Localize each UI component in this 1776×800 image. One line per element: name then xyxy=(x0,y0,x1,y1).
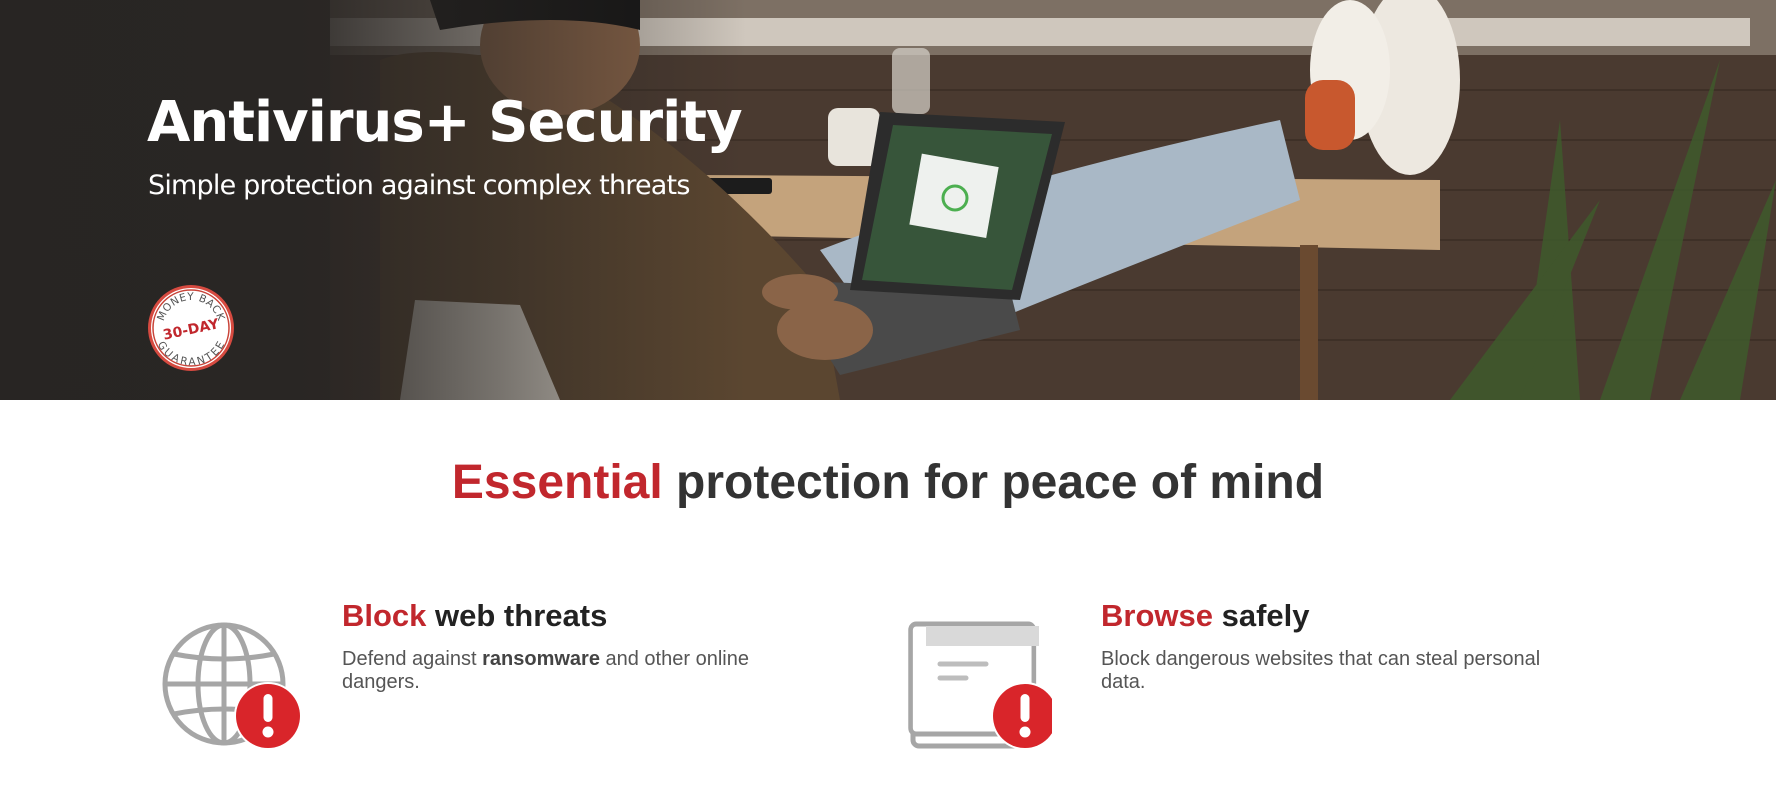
feature-title: Block web threats xyxy=(342,598,812,634)
hero-subtitle: Simple protection against complex threat… xyxy=(148,170,690,201)
feature-title-rest: web threats xyxy=(426,598,608,633)
browser-alert-icon xyxy=(908,621,1052,750)
headline-accent: Essential xyxy=(451,456,663,509)
feature-desc-bold: ransomware xyxy=(482,648,600,670)
feature-title-rest: safely xyxy=(1212,598,1310,633)
feature-description: Block dangerous websites that can steal … xyxy=(1101,648,1541,693)
feature-title-accent: Browse xyxy=(1101,598,1213,633)
page-title: Antivirus+ Security xyxy=(147,90,743,155)
feature-description: Defend against ransomware and other onli… xyxy=(342,648,812,694)
feature-desc-text: Defend against xyxy=(342,648,483,670)
section-headline: Essential protection for peace of mind xyxy=(0,455,1776,510)
feature-block-web-threats: Block web threats Defend against ransomw… xyxy=(342,598,812,694)
hero-banner: Antivirus+ Security Simple protection ag… xyxy=(0,0,1776,400)
feature-browse-safely: Browse safely Block dangerous websites t… xyxy=(1101,598,1571,694)
globe-alert-icon xyxy=(162,622,302,750)
feature-title: Browse safely xyxy=(1101,598,1571,634)
headline-rest: protection for peace of mind xyxy=(662,456,1325,509)
money-back-guarantee-badge: MONEY BACK 30-DAY GUARANTEE xyxy=(148,285,234,371)
feature-title-accent: Block xyxy=(342,598,427,633)
